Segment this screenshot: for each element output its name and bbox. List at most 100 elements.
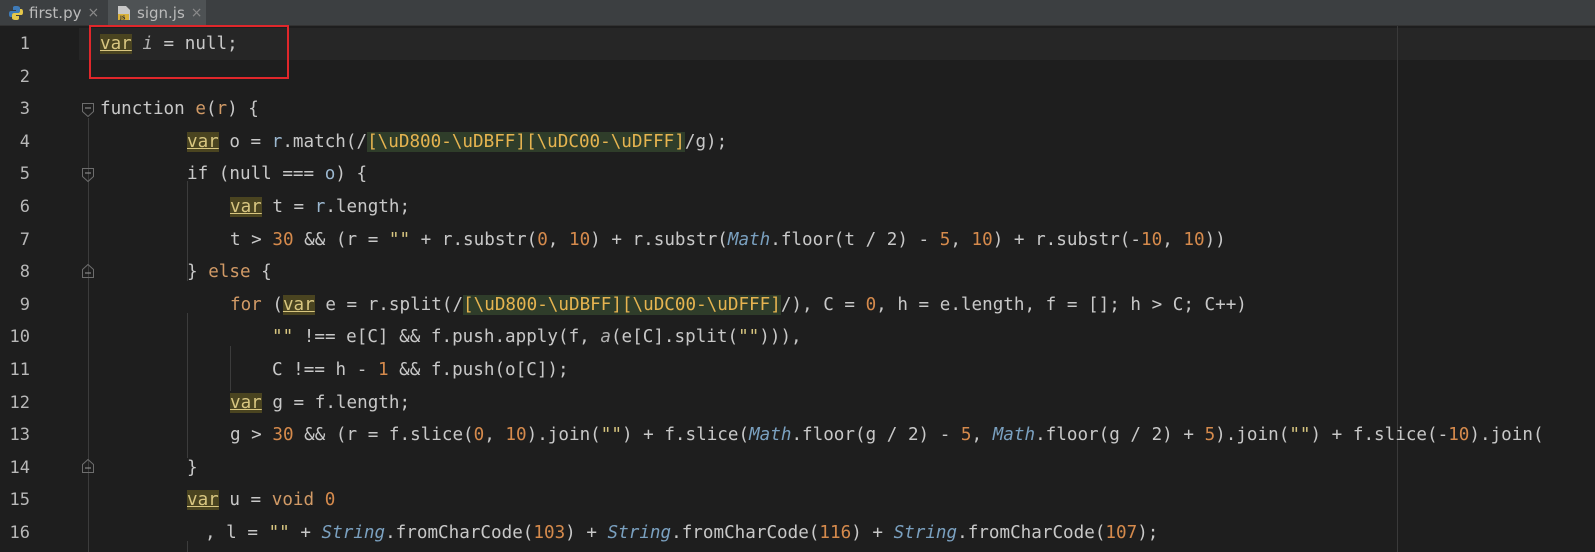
number: 10 xyxy=(505,425,527,446)
number: 103 xyxy=(533,523,566,543)
code-text: .floor(g / 2) - xyxy=(791,425,961,446)
number: 5 xyxy=(1204,425,1216,446)
code-text: /g); xyxy=(684,131,728,152)
code-text: C !== h - xyxy=(272,360,378,380)
close-icon[interactable]: × xyxy=(87,5,99,21)
class-name: Math xyxy=(992,425,1036,446)
code-line-8: } else { xyxy=(187,256,272,289)
number: 5 xyxy=(939,229,951,250)
code-text: ).join( xyxy=(1469,425,1544,446)
line-number: 1 xyxy=(19,34,30,54)
code-text: !== e[C] && f.push.apply(f, xyxy=(293,327,601,348)
code-line-16: , l = "" + String.fromCharCode(103) + St… xyxy=(205,517,1158,550)
line-number: 9 xyxy=(19,294,30,315)
indent-guide xyxy=(88,118,89,552)
code-text: .match(/ xyxy=(282,131,368,152)
keyword-var: var xyxy=(187,490,219,511)
code-line-11: C !== h - 1 && f.push(o[C]); xyxy=(272,354,569,387)
line-number: 15 xyxy=(9,490,30,511)
code-text: (e[C].split( xyxy=(610,327,739,348)
tab-first-py[interactable]: first.py × xyxy=(0,0,108,25)
code-text: .length; xyxy=(325,197,411,217)
code-line-6: var t = r.length; xyxy=(230,191,410,224)
number: 0 xyxy=(324,490,336,511)
python-file-icon xyxy=(8,5,24,21)
line-number: 2 xyxy=(19,66,30,87)
fold-end-icon[interactable] xyxy=(82,263,94,278)
code-text: && (r = f.slice( xyxy=(293,425,474,446)
line-number-gutter: 1 2 3 4 5 6 7 8 9 10 11 12 13 14 15 16 xyxy=(0,26,79,552)
code-text: ) + f.slice( xyxy=(621,425,750,446)
number: 0 xyxy=(537,229,548,250)
code-text: function xyxy=(100,99,196,120)
string: "" xyxy=(1289,425,1311,446)
code-line-3: function e(r) { xyxy=(100,93,259,126)
code-text: r xyxy=(314,197,326,217)
tab-sign-js[interactable]: JS sign.js × xyxy=(108,0,206,25)
code-text: ) { xyxy=(335,164,368,185)
indent-guide xyxy=(187,541,188,552)
number: 5 xyxy=(960,425,972,446)
number: 116 xyxy=(819,523,852,543)
keyword: else xyxy=(208,262,251,283)
code-text: ) + r.substr(- xyxy=(992,229,1141,250)
line-number: 13 xyxy=(9,425,30,446)
code-text: , xyxy=(547,229,569,250)
number: 30 xyxy=(272,229,294,250)
line-number: 14 xyxy=(9,457,30,478)
code-line-15: var u = void 0 xyxy=(187,484,335,517)
number: 30 xyxy=(272,425,294,446)
code-text: ) { xyxy=(227,99,259,120)
code-text: , h = e.length, f = []; h > C; C++) xyxy=(876,294,1247,315)
line-number: 10 xyxy=(9,327,30,348)
code-text: , xyxy=(1162,229,1184,250)
line-number: 12 xyxy=(9,392,30,413)
code-text: ).join( xyxy=(1215,425,1290,446)
code-line-12: var g = f.length; xyxy=(230,387,410,420)
string: "" xyxy=(272,327,294,348)
fold-collapse-icon[interactable] xyxy=(82,167,94,183)
code-text: e = r.split(/ xyxy=(314,294,464,315)
code-line-13: g > 30 && (r = f.slice(0, 10).join("") +… xyxy=(230,419,1544,452)
number: 10 xyxy=(1141,229,1163,250)
code-text: ( xyxy=(205,99,217,120)
function-name: e xyxy=(195,99,206,120)
tab-label: first.py xyxy=(29,3,82,22)
code-text: .fromCharCode( xyxy=(385,523,534,543)
line-number: 3 xyxy=(19,99,30,120)
code-text: /), C = xyxy=(780,294,866,315)
fold-collapse-icon[interactable] xyxy=(82,102,94,118)
code-line-10: "" !== e[C] && f.push.apply(f, a(e[C].sp… xyxy=(272,321,802,354)
string: "" xyxy=(600,425,622,446)
code-text: .floor(t / 2) - xyxy=(770,229,940,250)
code-text: , l = xyxy=(205,523,269,543)
line-number: 6 xyxy=(19,197,30,217)
code-editor[interactable]: 1 2 3 4 5 6 7 8 9 10 11 12 13 14 15 16 v… xyxy=(0,25,1595,552)
code-line-9: for (var e = r.split(/[\uD800-\uDBFF][\u… xyxy=(230,289,1247,322)
code-text: .fromCharCode( xyxy=(671,523,820,543)
class-name: String xyxy=(607,523,672,543)
line-number: 16 xyxy=(9,523,30,543)
annotation-highlight-box xyxy=(89,25,289,79)
code-text: && (r = xyxy=(293,229,389,250)
code-text: , xyxy=(484,425,506,446)
editor-tab-bar: first.py × JS sign.js × xyxy=(0,0,1595,26)
tab-label: sign.js xyxy=(137,3,185,22)
keyword-var: var xyxy=(282,294,315,315)
code-text: o = xyxy=(218,131,272,152)
fold-end-icon[interactable] xyxy=(82,458,94,473)
close-icon[interactable]: × xyxy=(191,5,203,21)
class-name: String xyxy=(321,523,386,543)
code-text: ( xyxy=(261,294,283,315)
js-file-icon: JS xyxy=(116,5,132,21)
number: 10 xyxy=(1448,425,1470,446)
code-text: .fromCharCode( xyxy=(957,523,1106,543)
indent-guide xyxy=(230,346,231,391)
string: "" xyxy=(738,327,760,348)
line-number: 7 xyxy=(19,229,30,250)
number: 10 xyxy=(568,229,591,250)
code-text: && f.push(o[C]); xyxy=(388,360,569,380)
code-text: )) xyxy=(1204,229,1226,250)
code-text: .floor(g / 2) + xyxy=(1035,425,1205,446)
